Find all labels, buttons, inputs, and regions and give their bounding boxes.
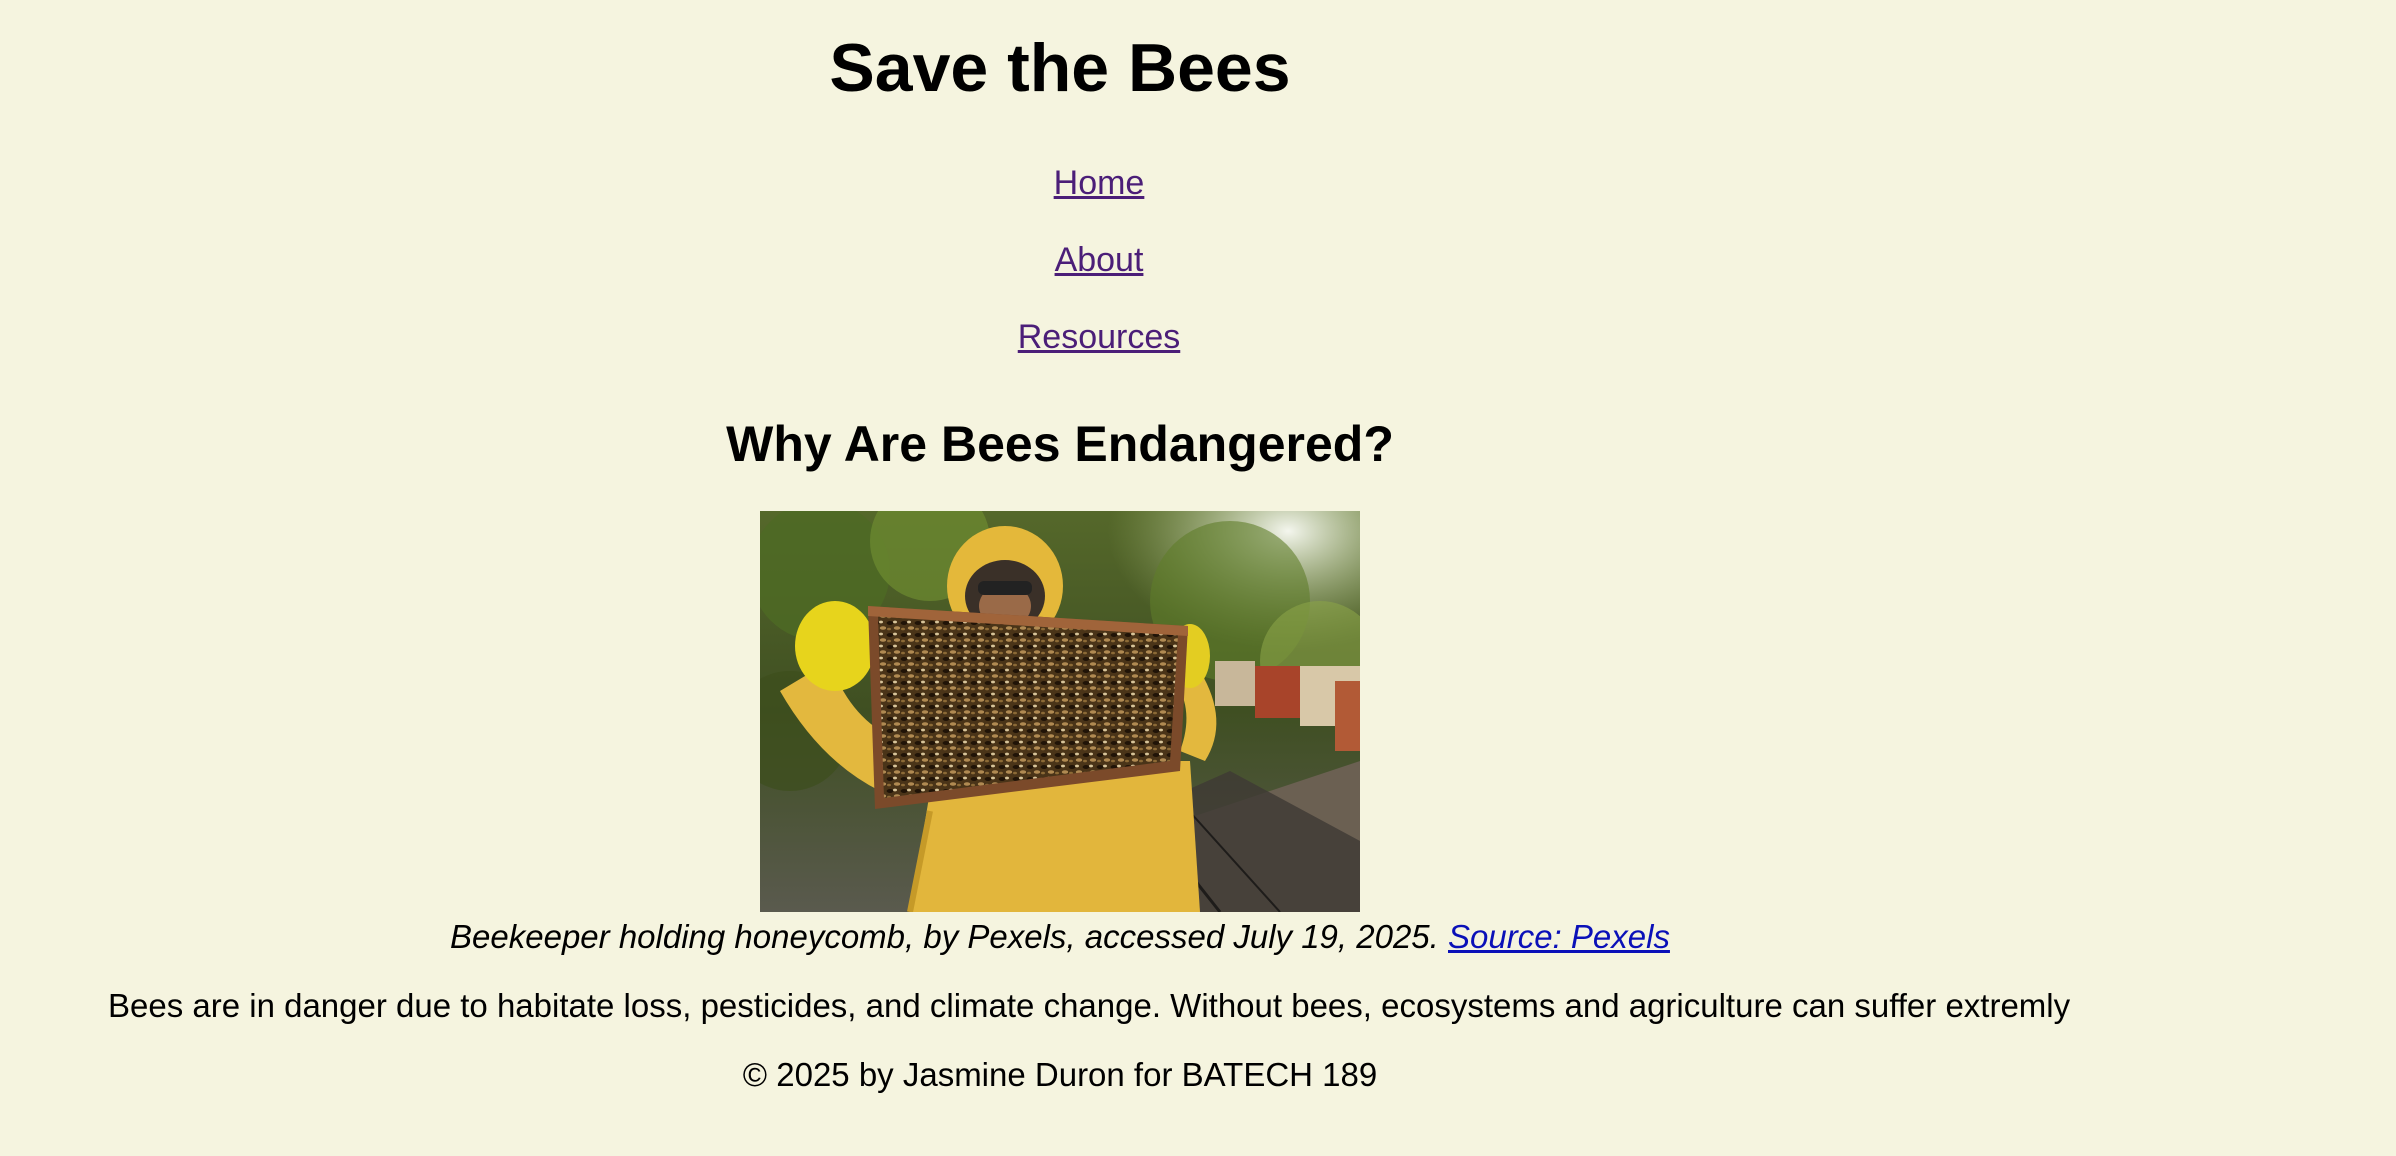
caption-text: Beekeeper holding honeycomb, by Pexels, … bbox=[450, 918, 1439, 955]
nav-link-about[interactable]: About bbox=[0, 240, 2198, 280]
source-link[interactable]: Source: Pexels bbox=[1448, 918, 1670, 955]
footer-copyright: © 2025 by Jasmine Duron for BATECH 189 bbox=[742, 1056, 1378, 1093]
nav-link-resources[interactable]: Resources bbox=[0, 317, 2198, 357]
body-paragraph: Bees are in danger due to habitate loss,… bbox=[108, 987, 2071, 1024]
nav-link-home[interactable]: Home bbox=[0, 163, 2198, 203]
section-heading: Why Are Bees Endangered? bbox=[726, 416, 1394, 472]
page-title: Save the Bees bbox=[829, 30, 1291, 106]
image-caption: Beekeeper holding honeycomb, by Pexels, … bbox=[0, 917, 2120, 957]
beekeeper-photo bbox=[760, 511, 1360, 912]
